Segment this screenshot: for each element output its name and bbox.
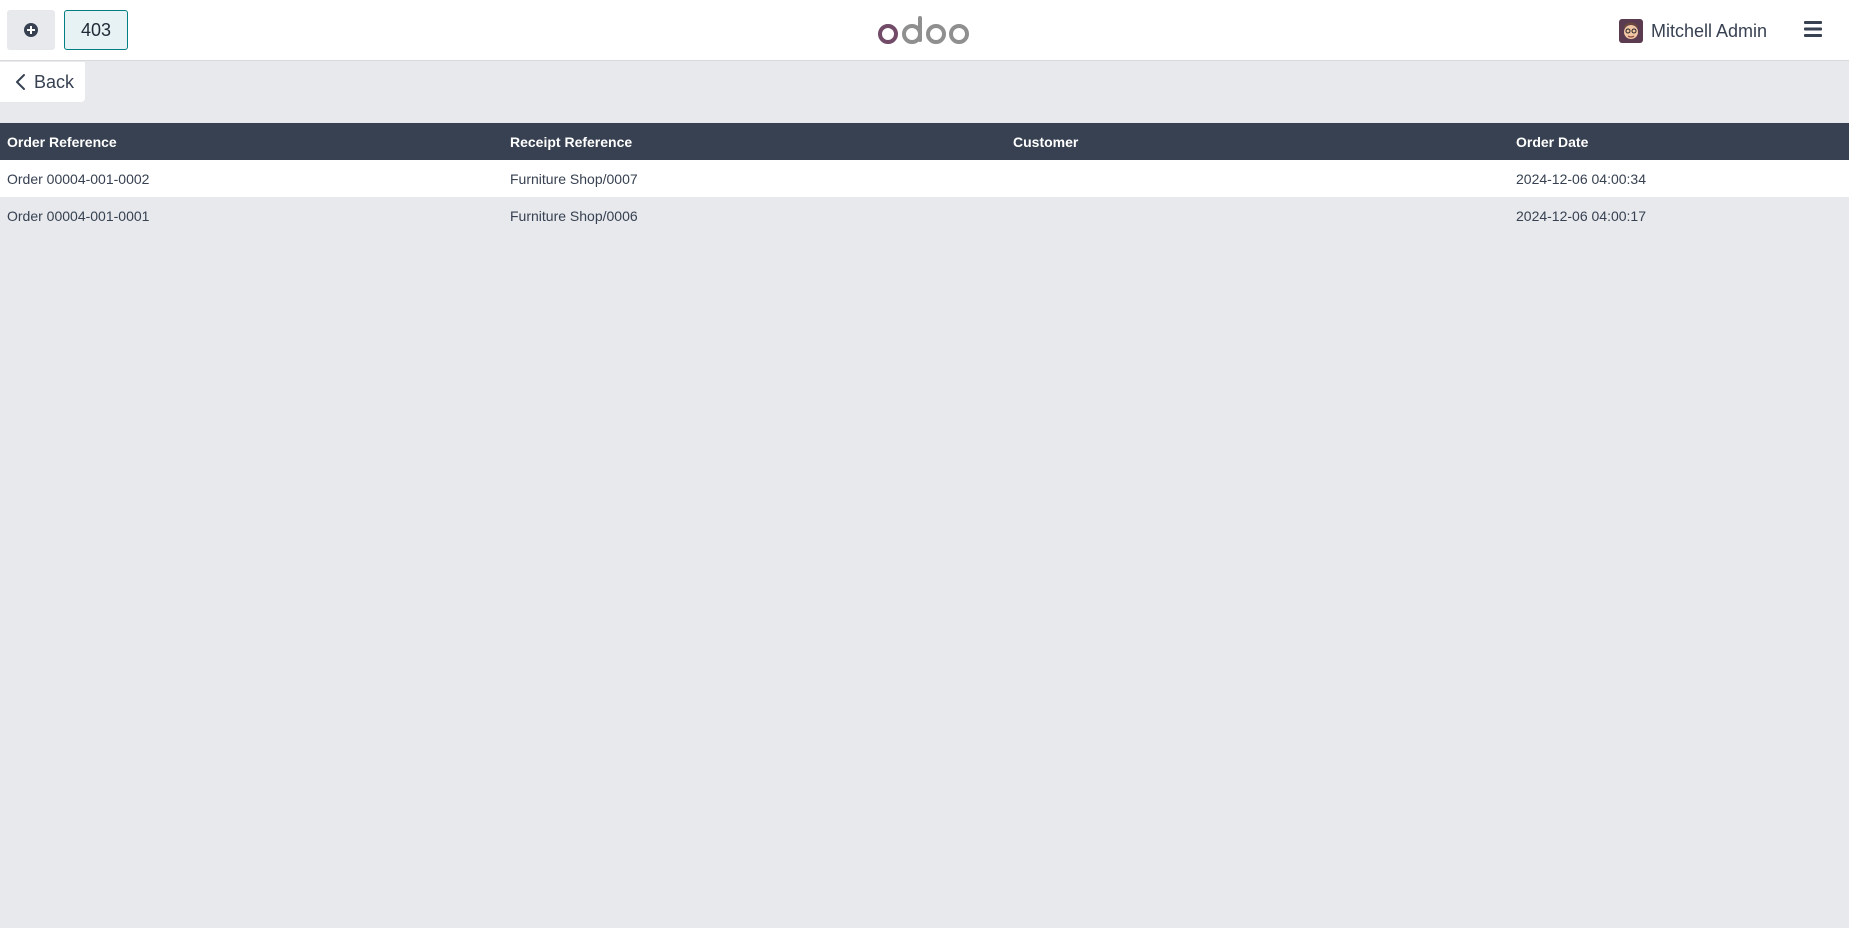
back-label: Back <box>34 71 75 92</box>
odoo-logo <box>878 16 969 44</box>
column-header-customer: Customer <box>1013 133 1079 150</box>
cell-order-date: 2024-12-06 04:00:17 <box>1516 207 1646 224</box>
current-order-button[interactable]: 403 <box>64 10 128 50</box>
user-name: Mitchell Admin <box>1651 20 1768 41</box>
plus-circle-icon <box>24 23 38 37</box>
table-row[interactable]: Order 00004-001-0002 Furniture Shop/0007… <box>0 160 1849 197</box>
cell-receipt-reference: Furniture Shop/0006 <box>510 207 638 224</box>
column-header-order-reference: Order Reference <box>7 133 117 150</box>
column-header-order-date: Order Date <box>1516 133 1589 150</box>
orders-table: Order Reference Receipt Reference Custom… <box>0 123 1849 234</box>
main-menu-button[interactable] <box>1801 17 1825 41</box>
chevron-left-icon <box>16 74 25 90</box>
cell-order-reference: Order 00004-001-0002 <box>7 170 150 187</box>
new-order-button[interactable] <box>7 10 55 50</box>
table-row[interactable]: Order 00004-001-0001 Furniture Shop/0006… <box>0 197 1849 234</box>
current-order-label: 403 <box>80 19 112 40</box>
table-header: Order Reference Receipt Reference Custom… <box>0 123 1849 160</box>
user-menu[interactable]: Mitchell Admin <box>1619 19 1767 43</box>
cell-order-reference: Order 00004-001-0001 <box>7 207 150 224</box>
top-bar: 403 Mitchell Admin <box>0 0 1849 61</box>
avatar <box>1619 19 1643 43</box>
hamburger-menu-icon <box>1804 21 1822 37</box>
cell-order-date: 2024-12-06 04:00:34 <box>1516 170 1646 187</box>
cell-receipt-reference: Furniture Shop/0007 <box>510 170 638 187</box>
column-header-receipt-reference: Receipt Reference <box>510 133 633 150</box>
back-button[interactable]: Back <box>0 62 85 102</box>
